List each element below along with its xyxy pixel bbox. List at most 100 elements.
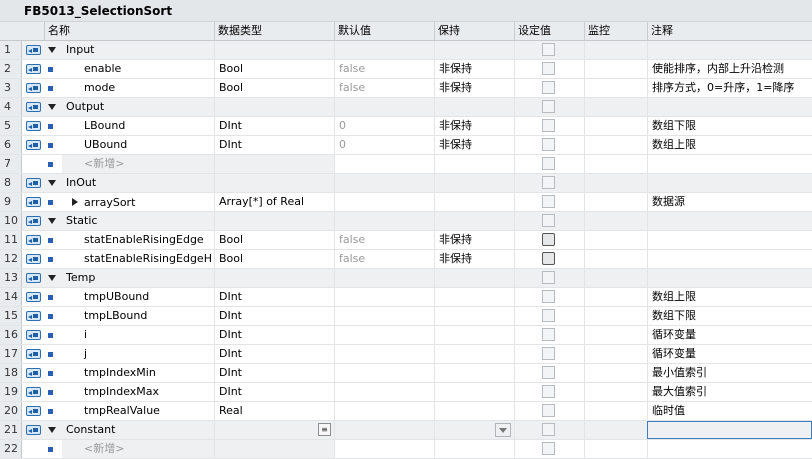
data-type-cell[interactable] [214,440,334,458]
retain-cell[interactable]: 非保持 [434,136,514,154]
retain-dropdown-button[interactable] [495,423,511,437]
setpoint-checkbox[interactable] [542,271,555,284]
default-value-cell[interactable] [334,383,434,401]
data-type-cell[interactable] [214,174,334,192]
data-type-cell[interactable]: ≡ [214,421,334,439]
comment-cell[interactable] [647,212,812,230]
collapse-arrow-icon[interactable] [48,47,56,53]
retain-cell[interactable] [434,383,514,401]
default-value-cell[interactable]: 0 [334,136,434,154]
variable-name[interactable]: tmpRealValue [62,402,214,420]
col-name-header[interactable]: 名称 [44,22,214,40]
data-type-cell[interactable] [214,41,334,59]
setpoint-checkbox[interactable] [542,290,555,303]
variable-name[interactable]: mode [62,79,214,97]
section-name[interactable]: Constant [62,421,214,439]
variable-name[interactable]: tmpUBound [62,288,214,306]
collapse-arrow-icon[interactable] [48,104,56,110]
section-name[interactable]: InOut [62,174,214,192]
setpoint-checkbox[interactable] [542,442,555,455]
comment-cell[interactable]: 数组下限 [647,307,812,325]
retain-cell[interactable] [434,193,514,211]
section-name[interactable]: Input [62,41,214,59]
comment-cell[interactable]: 数组上限 [647,288,812,306]
comment-cell[interactable] [647,440,812,458]
expander-cell[interactable] [44,212,62,230]
data-type-cell[interactable]: DInt [214,288,334,306]
data-type-cell[interactable]: DInt [214,383,334,401]
section-row[interactable]: 8 InOut [0,174,812,193]
table-row[interactable]: 17 j DInt 循环变量 [0,345,812,364]
data-type-cell[interactable]: Bool [214,60,334,78]
default-value-cell[interactable] [334,440,434,458]
variable-name[interactable]: statEnableRisingEdge [62,231,214,249]
variable-name[interactable]: j [62,345,214,363]
comment-cell[interactable]: 数组上限 [647,136,812,154]
table-row[interactable]: 20 tmpRealValue Real 临时值 [0,402,812,421]
default-value-cell[interactable] [334,307,434,325]
setpoint-checkbox[interactable] [542,100,555,113]
default-value-cell[interactable] [334,326,434,344]
default-value-cell[interactable] [334,288,434,306]
comment-cell[interactable]: 数组下限 [647,117,812,135]
table-row[interactable]: 19 tmpIndexMax DInt 最大值索引 [0,383,812,402]
variable-name[interactable]: tmpIndexMin [62,364,214,382]
setpoint-checkbox[interactable] [542,138,555,151]
data-type-cell[interactable]: Bool [214,250,334,268]
comment-cell[interactable] [647,41,812,59]
comment-cell[interactable] [647,174,812,192]
section-row[interactable]: 4 Output [0,98,812,117]
table-row[interactable]: 15 tmpLBound DInt 数组下限 [0,307,812,326]
retain-cell[interactable] [434,402,514,420]
setpoint-checkbox[interactable] [542,214,555,227]
collapse-arrow-icon[interactable] [48,218,56,224]
default-value-cell[interactable] [334,193,434,211]
setpoint-checkbox[interactable] [542,309,555,322]
retain-cell[interactable]: 非保持 [434,117,514,135]
retain-cell[interactable] [434,98,514,116]
table-row[interactable]: 3 mode Bool false 非保持 排序方式，0=升序，1=降序 [0,79,812,98]
default-value-cell[interactable] [334,155,434,173]
comment-cell[interactable]: 循环变量 [647,326,812,344]
add-row[interactable]: 22 <新增> [0,440,812,459]
default-value-cell[interactable]: false [334,231,434,249]
retain-cell[interactable]: 非保持 [434,250,514,268]
retain-cell[interactable]: 非保持 [434,60,514,78]
section-name[interactable]: Static [62,212,214,230]
comment-cell[interactable]: 数据源 [647,193,812,211]
default-value-cell[interactable] [334,269,434,287]
default-value-cell[interactable]: false [334,60,434,78]
data-type-cell[interactable]: DInt [214,117,334,135]
comment-cell[interactable] [647,250,812,268]
retain-cell[interactable] [434,440,514,458]
data-type-cell[interactable]: Array[*] of Real [214,193,334,211]
comment-cell[interactable] [647,155,812,173]
comment-cell[interactable] [647,269,812,287]
expander-cell[interactable] [44,98,62,116]
table-row[interactable]: 5 LBound DInt 0 非保持 数组下限 [0,117,812,136]
default-value-cell[interactable] [334,41,434,59]
default-value-cell[interactable] [334,174,434,192]
table-row[interactable]: 9 arraySort Array[*] of Real 数据源 [0,193,812,212]
retain-cell[interactable] [434,364,514,382]
setpoint-checkbox[interactable] [542,157,555,170]
section-name[interactable]: Output [62,98,214,116]
expand-arrow-icon[interactable] [72,198,78,206]
data-type-cell[interactable]: Bool [214,231,334,249]
add-row[interactable]: 7 <新增> [0,155,812,174]
variable-name[interactable]: enable [62,60,214,78]
setpoint-checkbox[interactable] [542,233,555,246]
data-type-cell[interactable]: Bool [214,79,334,97]
setpoint-checkbox[interactable] [542,423,555,436]
data-type-cell[interactable] [214,269,334,287]
comment-cell[interactable]: 使能排序，内部上升沿检测 [647,60,812,78]
variable-name[interactable]: <新增> [62,440,214,458]
retain-cell[interactable] [434,345,514,363]
data-type-cell[interactable] [214,155,334,173]
data-type-cell[interactable]: DInt [214,364,334,382]
data-type-cell[interactable] [214,212,334,230]
comment-cell[interactable]: 最小值索引 [647,364,812,382]
col-comment-header[interactable]: 注释 [647,22,812,40]
variable-name[interactable]: LBound [62,117,214,135]
retain-cell[interactable]: 非保持 [434,79,514,97]
